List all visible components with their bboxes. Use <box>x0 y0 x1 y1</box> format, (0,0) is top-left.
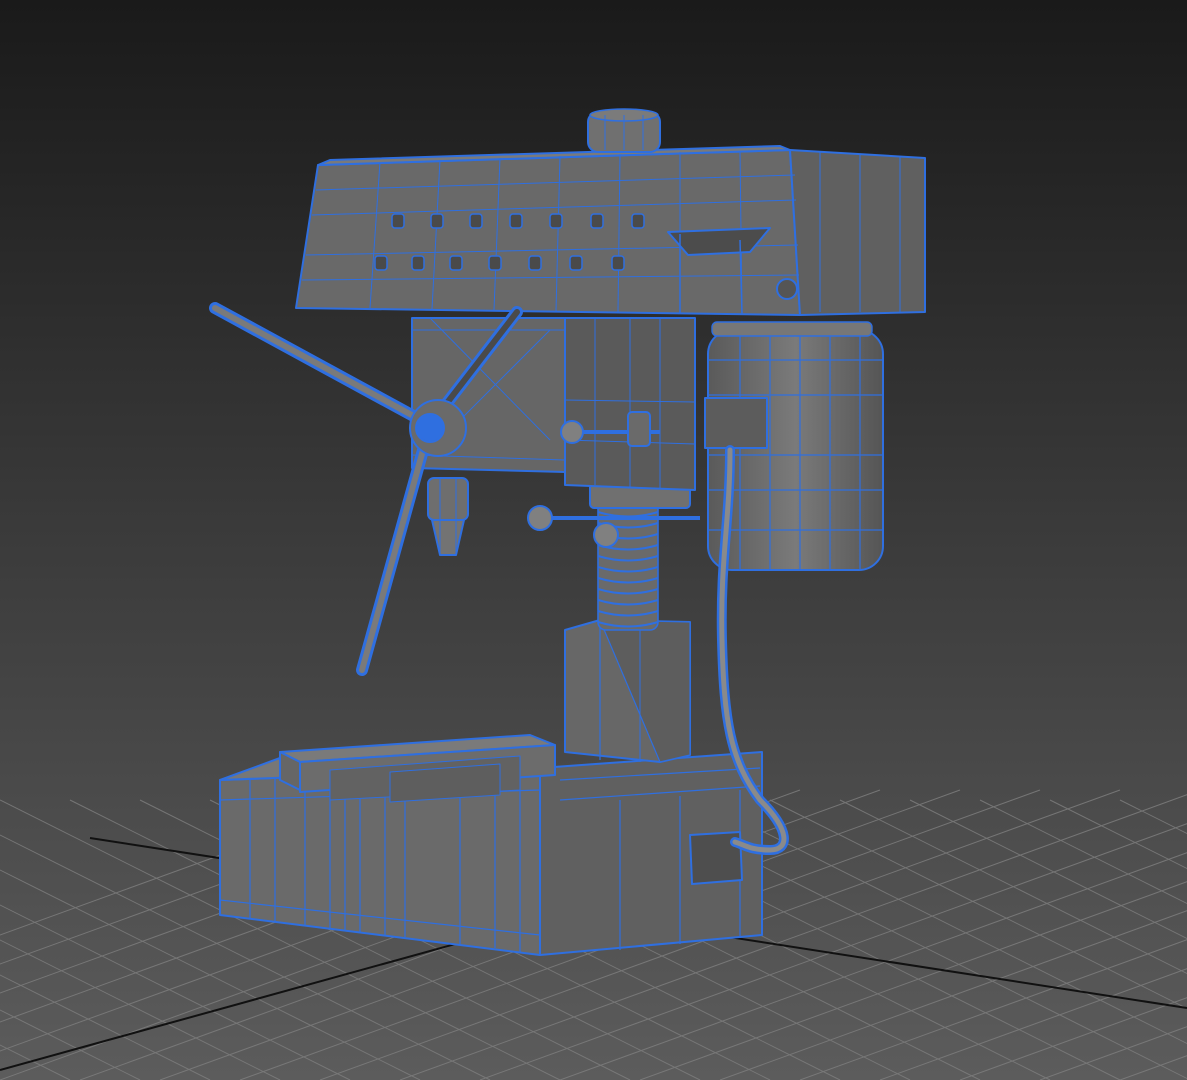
cover-screw <box>776 278 798 300</box>
belt-cover[interactable] <box>295 145 926 316</box>
top-knob <box>587 108 661 153</box>
3d-viewport[interactable] <box>0 0 1187 1080</box>
head-housing[interactable] <box>411 317 696 491</box>
column[interactable] <box>564 619 691 763</box>
viewport-canvas[interactable] <box>0 0 1187 1080</box>
